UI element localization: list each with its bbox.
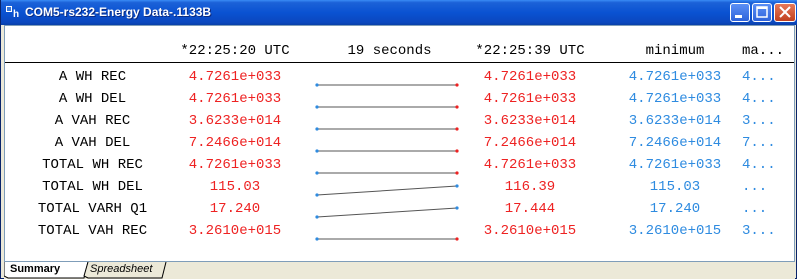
trend-end-dot (455, 237, 459, 241)
trend-end-dot (455, 83, 459, 87)
trend-lines (315, 83, 459, 241)
trend-start-dot (315, 105, 319, 109)
svg-text:h: h (13, 9, 19, 19)
app-window: h COM5-rs232-Energy Data-.1133B *22:25:2… (0, 0, 797, 279)
trend-line (316, 185, 458, 196)
minimize-icon (735, 15, 742, 18)
trend-end-dot (455, 171, 459, 175)
meter-app-icon: h (6, 6, 19, 19)
summary-view[interactable]: *22:25:20 UTC 19 seconds *22:25:39 UTC m… (4, 25, 795, 262)
window-title: COM5-rs232-Energy Data-.1133B (25, 5, 212, 19)
maximize-button[interactable] (752, 3, 772, 22)
trend-end-dot (455, 206, 459, 210)
title-bar[interactable]: h COM5-rs232-Energy Data-.1133B (1, 0, 797, 25)
trend-end-dot (455, 184, 459, 188)
trend-start-dot (315, 171, 319, 175)
tab-summary[interactable]: Summary (10, 262, 60, 277)
tab-spreadsheet[interactable]: Spreadsheet (90, 262, 152, 277)
trend-end-dot (455, 149, 459, 153)
close-icon (779, 6, 791, 18)
maximize-icon (756, 6, 768, 18)
sheet-tab-bar: Summary Spreadsheet (4, 262, 795, 279)
trend-start-dot (315, 215, 319, 219)
trend-end-dot (455, 127, 459, 131)
trend-start-dot (315, 193, 319, 197)
trend-end-dot (455, 105, 459, 109)
trend-start-dot (315, 83, 319, 87)
minimize-button[interactable] (730, 3, 750, 22)
trend-line (316, 207, 458, 218)
close-button[interactable] (774, 3, 796, 22)
trend-start-dot (315, 149, 319, 153)
trend-start-dot (315, 127, 319, 131)
trend-start-dot (315, 237, 319, 241)
